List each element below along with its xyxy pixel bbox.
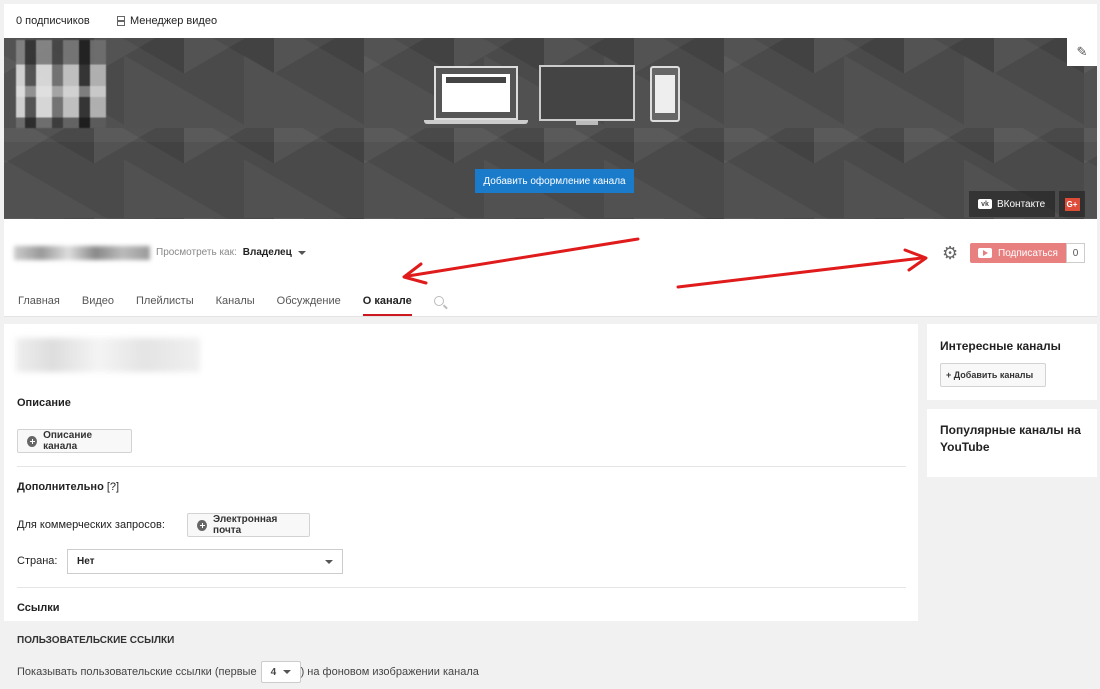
gplus-link[interactable]: G+ [1059,191,1085,217]
video-manager-icon [117,16,125,26]
channel-header: Просмотреть как: Владелец ⚙ Подписаться … [4,219,1097,317]
chevron-down-icon [282,670,291,674]
links-count-select[interactable]: 4 [260,661,301,683]
phone-icon [650,66,680,122]
business-inquiries-label: Для коммерческих запросов: [17,519,165,531]
subscriber-count-text: 0 подписчиков [16,15,90,27]
chevron-down-icon [325,559,333,564]
vk-icon: vk [978,199,992,209]
links-count-value: 4 [270,666,277,678]
tab-about[interactable]: О канале [362,295,412,316]
channel-tabs: Главная Видео Плейлисты Каналы Обсуждени… [18,295,444,316]
view-as-selector[interactable]: Просмотреть как: Владелец [156,247,306,258]
subscribe-button[interactable]: Подписаться [970,243,1066,263]
view-as-label: Просмотреть как: [156,247,237,258]
featured-channels-card: Интересные каналы + Добавить каналы [927,324,1097,400]
email-button[interactable]: Электронная почта [187,513,310,537]
gear-icon[interactable]: ⚙ [942,244,958,262]
featured-channels-title: Интересные каналы [940,339,1061,353]
tab-channels[interactable]: Каналы [216,295,255,316]
tab-playlists[interactable]: Плейлисты [136,295,194,316]
plus-circle-icon [27,435,38,447]
tab-videos[interactable]: Видео [82,295,114,316]
custom-links-heading: ПОЛЬЗОВАТЕЛЬСКИЕ ССЫЛКИ [17,635,175,646]
video-manager-link[interactable]: Менеджер видео [117,15,217,27]
additional-title: Дополнительно [17,481,104,493]
add-channel-art-button[interactable]: Добавить оформление канала [475,169,634,193]
vk-label: ВКонтакте [997,198,1046,210]
about-panel: Описание Описание канала Дополнительно [… [4,324,918,689]
channel-name-blurred [14,246,150,260]
search-icon[interactable] [433,296,444,306]
video-manager-label: Менеджер видео [130,15,218,27]
links-heading: Ссылки [17,602,60,614]
channel-banner: ✎ Добавить оформление канала vk ВКонтакт… [4,38,1097,219]
top-bar: 0 подписчиков Менеджер видео [4,4,1097,39]
tv-icon [539,65,635,121]
channel-description-button[interactable]: Описание канала [17,429,132,453]
divider [17,587,906,588]
youtube-icon [978,248,993,258]
subscriber-count-badge: 0 [1066,243,1085,263]
custom-links-option: Показывать пользовательские ссылки (перв… [17,661,479,683]
view-as-value: Владелец [242,247,292,258]
tab-discussion[interactable]: Обсуждение [277,295,341,316]
show-links-suffix: ) на фоновом изображении канала [300,666,479,678]
tab-home[interactable]: Главная [18,295,60,316]
laptop-icon [434,66,518,120]
additional-heading: Дополнительно [?] [17,481,119,493]
tv-stand-icon [576,121,598,125]
country-value: Нет [77,556,95,567]
popular-channels-card: Популярные каналы на YouTube [927,409,1097,477]
email-button-label: Электронная почта [213,514,278,536]
channel-avatar[interactable] [16,40,106,128]
channel-description-label: Описание канала [43,430,93,452]
gplus-icon: G+ [1064,197,1080,211]
popular-channels-title: Популярные каналы на YouTube [940,423,1081,454]
divider [17,466,906,467]
edit-banner-button[interactable]: ✎ [1067,38,1097,66]
channel-title-blurred [16,338,200,372]
chevron-down-icon [297,250,306,255]
description-heading: Описание [17,397,71,409]
subscribe-label: Подписаться [998,247,1058,259]
country-label: Страна: [17,555,58,567]
help-link[interactable]: [?] [107,481,119,493]
plus-circle-icon [197,519,208,531]
custom-links-section: ПОЛЬЗОВАТЕЛЬСКИЕ ССЫЛКИ Показывать польз… [4,621,918,689]
vk-link[interactable]: vk ВКонтакте [969,191,1055,217]
country-select[interactable]: Нет [67,549,343,574]
add-channels-button[interactable]: + Добавить каналы [940,363,1046,387]
pencil-icon: ✎ [1076,44,1088,59]
show-links-prefix: Показывать пользовательские ссылки (перв… [17,666,257,678]
laptop-base-icon [424,120,528,124]
